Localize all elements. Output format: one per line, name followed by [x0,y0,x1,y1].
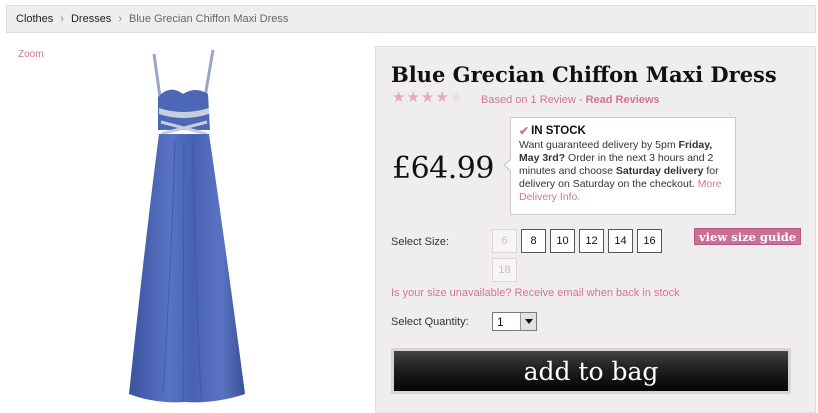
view-size-guide-button[interactable]: view size guide [694,228,801,245]
star-icon: ★ [420,89,435,106]
add-to-bag-button[interactable]: add to bag [391,348,791,394]
breadcrumb-current: Blue Grecian Chiffon Maxi Dress [128,13,289,25]
stock-status: IN STOCK [531,125,586,137]
size-option-18: 18 [492,258,517,282]
size-option-14[interactable]: 14 [608,229,633,253]
stock-info-box: ✔ IN STOCK Want guaranteed delivery by 5… [503,117,736,215]
size-option-8[interactable]: 8 [521,229,546,253]
quantity-value: 1 [497,314,504,329]
breadcrumb-item-clothes[interactable]: Clothes [16,13,53,25]
zoom-link[interactable]: Zoom [18,49,44,60]
star-icon: ★ [435,89,449,106]
quantity-select[interactable]: 1 [492,312,537,331]
breadcrumb-separator: › [118,13,122,25]
star-icon: ★ [406,89,420,106]
quantity-label: Select Quantity: [391,316,469,328]
breadcrumb-item-dresses[interactable]: Dresses [71,13,111,25]
check-icon: ✔ [519,124,530,138]
back-in-stock-link[interactable]: Is your size unavailable? Receive email … [391,287,680,299]
review-count: Based on 1 Review - [481,94,586,106]
product-image[interactable] [75,42,305,413]
breadcrumb-separator: › [60,13,64,25]
breadcrumb: Clothes › Dresses › Blue Grecian Chiffon… [6,5,816,33]
rating-stars: ★ ★ ★ ★ ★ [392,90,463,106]
size-option-10[interactable]: 10 [550,229,575,253]
product-panel: Blue Grecian Chiffon Maxi Dress ★ ★ ★ ★ … [375,46,816,413]
review-summary: Based on 1 Review - Read Reviews [481,94,660,106]
size-label: Select Size: [391,236,450,248]
size-option-12[interactable]: 12 [579,229,604,253]
product-price: £64.99 [392,151,494,186]
delivery-message: Want guaranteed delivery by 5pm Friday, … [519,139,722,203]
product-title: Blue Grecian Chiffon Maxi Dress [391,62,777,87]
star-icon: ★ [392,89,406,106]
size-option-6: 6 [492,229,517,253]
star-empty-icon: ★ [449,89,464,106]
chevron-down-icon[interactable] [520,313,536,330]
read-reviews-link[interactable]: Read Reviews [586,94,660,106]
size-option-16[interactable]: 16 [637,229,662,253]
